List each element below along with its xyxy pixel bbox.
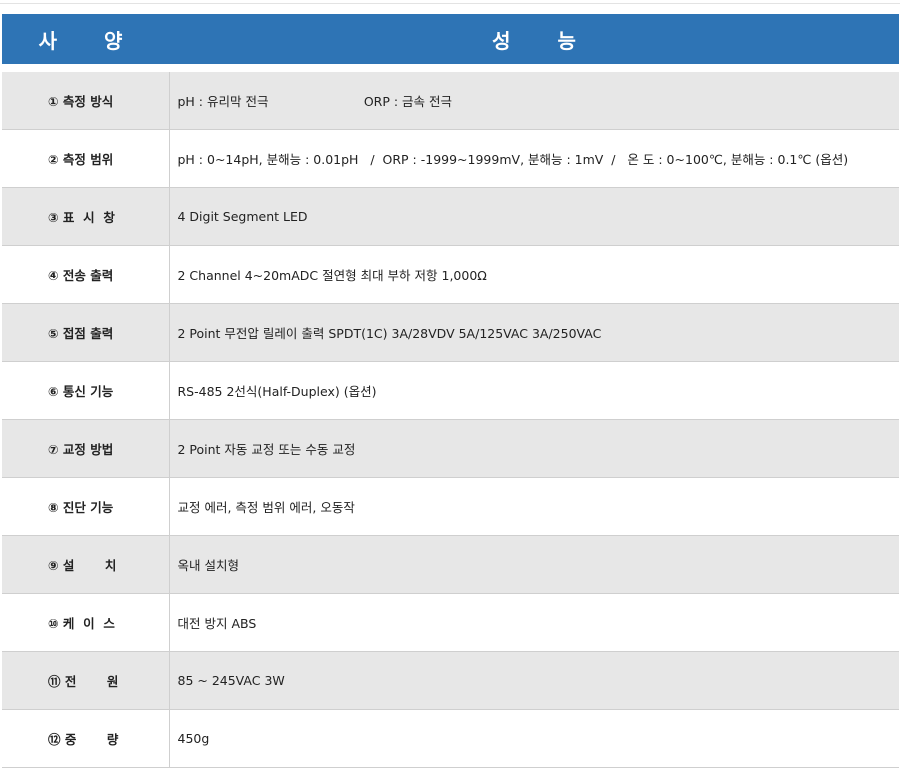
table-row: ④ 전송 출력 2 Channel 4~20mADC 절연형 최대 부하 저항 … xyxy=(2,245,899,304)
header-performance: 성 능 xyxy=(169,14,899,64)
table-row: ⑥ 통신 기능 RS-485 2선식(Half-Duplex) (옵션) xyxy=(2,361,899,420)
table-header-row: 사 양 성 능 xyxy=(2,14,899,64)
table-row: ⑪ 전 원 85 ~ 245VAC 3W xyxy=(2,651,899,710)
top-divider xyxy=(0,3,900,4)
spec-item: ① 측정 방식 xyxy=(2,72,170,130)
spec-item: ② 측정 범위 xyxy=(2,129,170,188)
spec-value: 대전 방지 ABS xyxy=(169,593,899,652)
table-row: ⑦ 교정 방법 2 Point 자동 교정 또는 수동 교정 xyxy=(2,419,899,478)
spec-value: pH : 유리막 전극 ORP : 금속 전극 xyxy=(169,72,899,130)
spec-item: ④ 전송 출력 xyxy=(2,245,170,304)
spec-table: 사 양 성 능 ① 측정 방식 pH : 유리막 전극 ORP : 금속 전극 … xyxy=(2,14,899,768)
spec-item: ⑤ 접점 출력 xyxy=(2,303,170,362)
spec-item: ⑪ 전 원 xyxy=(2,651,170,710)
spec-item: ⑫ 중 량 xyxy=(2,709,170,768)
table-row: ⑤ 접점 출력 2 Point 무전압 릴레이 출력 SPDT(1C) 3A/2… xyxy=(2,303,899,362)
spec-value: 2 Point 무전압 릴레이 출력 SPDT(1C) 3A/28VDV 5A/… xyxy=(169,303,899,362)
spec-value: 옥내 설치형 xyxy=(169,535,899,594)
spec-item: ⑩ 케 이 스 xyxy=(2,593,170,652)
spec-value: 교정 에러, 측정 범위 에러, 오동작 xyxy=(169,477,899,536)
spec-item: ⑨ 설 치 xyxy=(2,535,170,594)
header-spec: 사 양 xyxy=(2,14,169,64)
table-row: ① 측정 방식 pH : 유리막 전극 ORP : 금속 전극 xyxy=(2,72,899,130)
spec-value: 4 Digit Segment LED xyxy=(169,187,899,246)
spec-value: 85 ~ 245VAC 3W xyxy=(169,651,899,710)
table-row: ⑩ 케 이 스 대전 방지 ABS xyxy=(2,593,899,652)
table-row: ③ 표 시 창 4 Digit Segment LED xyxy=(2,187,899,246)
spec-value: 450g xyxy=(169,709,899,768)
spec-item: ⑦ 교정 방법 xyxy=(2,419,170,478)
spec-item: ⑧ 진단 기능 xyxy=(2,477,170,536)
table-row: ⑫ 중 량 450g xyxy=(2,709,899,768)
table-row: ⑧ 진단 기능 교정 에러, 측정 범위 에러, 오동작 xyxy=(2,477,899,536)
spec-value: 2 Channel 4~20mADC 절연형 최대 부하 저항 1,000Ω xyxy=(169,245,899,304)
table-row: ⑨ 설 치 옥내 설치형 xyxy=(2,535,899,594)
spec-value: RS-485 2선식(Half-Duplex) (옵션) xyxy=(169,361,899,420)
spec-item: ③ 표 시 창 xyxy=(2,187,170,246)
spec-value: 2 Point 자동 교정 또는 수동 교정 xyxy=(169,419,899,478)
spec-item: ⑥ 통신 기능 xyxy=(2,361,170,420)
spec-value: pH : 0~14pH, 분해능 : 0.01pH / ORP : -1999~… xyxy=(169,129,899,188)
table-row: ② 측정 범위 pH : 0~14pH, 분해능 : 0.01pH / ORP … xyxy=(2,129,899,188)
header-gap xyxy=(2,64,899,72)
